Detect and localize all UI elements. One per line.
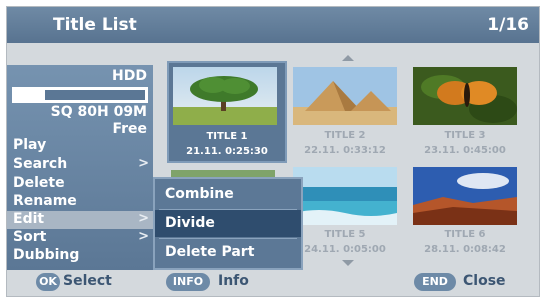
- title-3-info: 23.11. 0:45:00: [405, 145, 525, 156]
- menu-item-label: Dubbing: [13, 247, 80, 263]
- title-5-label: TITLE 5: [324, 229, 366, 240]
- title-2-date: 22.11.: [304, 145, 340, 156]
- title-2-label: TITLE 2: [324, 130, 366, 141]
- info-label: Info: [218, 273, 249, 289]
- submenu-item-label: Delete Part: [165, 244, 255, 260]
- disk-free-text: Free: [112, 121, 147, 137]
- info-key-icon: INFO: [166, 273, 210, 291]
- title-6-label: TITLE 6: [444, 229, 486, 240]
- title-2-duration: 0:33:12: [343, 145, 386, 156]
- edit-submenu: Combine Divide Delete Part: [153, 177, 303, 270]
- submenu-item-combine[interactable]: Combine: [155, 181, 301, 208]
- menu-item-label: Edit: [13, 211, 45, 227]
- title-1-info: 21.11. 0:25:30: [167, 146, 287, 157]
- ok-label: Select: [63, 273, 112, 289]
- disk-size-text: SQ 80H 09M: [50, 104, 147, 120]
- title-3-duration: 0:45:00: [463, 145, 506, 156]
- submenu-item-delete-part[interactable]: Delete Part: [155, 239, 301, 266]
- title-5-date: 24.11.: [304, 244, 340, 255]
- title-1-date: 21.11.: [186, 146, 222, 157]
- menu-item-search[interactable]: Search >: [7, 156, 153, 174]
- end-key-icon: END: [414, 273, 456, 291]
- close-label: Close: [463, 273, 506, 289]
- ok-key-icon: OK: [36, 273, 60, 291]
- footer-bar: OK Select INFO Info END Close: [7, 270, 539, 296]
- menu-item-delete[interactable]: Delete: [7, 175, 153, 193]
- page-title: Title List: [53, 15, 137, 35]
- tree-icon: [173, 67, 277, 125]
- menu-item-label: Play: [13, 137, 47, 153]
- title-2-info: 22.11. 0:33:12: [285, 145, 405, 156]
- title-3-date: 23.11.: [424, 145, 460, 156]
- title-1-label: TITLE 1: [206, 131, 248, 142]
- chevron-right-icon: >: [138, 156, 149, 171]
- chevron-right-icon: >: [138, 229, 149, 244]
- disk-usage-bar-empty: [44, 90, 145, 100]
- sidebar-menu: HDD SQ 80H 09M Free Play Search > Delete…: [7, 65, 153, 270]
- butterfly-icon[interactable]: [413, 67, 517, 125]
- title-list-screen: Title List 1/16 HDD SQ 80H 09M Free Play…: [6, 6, 540, 297]
- landscape-icon[interactable]: [413, 167, 517, 225]
- disk-label: HDD: [112, 68, 147, 84]
- menu-item-label: Search: [13, 156, 68, 172]
- menu-item-sort[interactable]: Sort >: [7, 229, 153, 247]
- menu-item-label: Rename: [13, 193, 77, 209]
- header-bar: Title List 1/16: [7, 7, 539, 43]
- disk-usage-bar: [12, 87, 148, 103]
- submenu-item-divide[interactable]: Divide: [155, 210, 301, 237]
- title-tile-1[interactable]: TITLE 1 21.11. 0:25:30: [167, 61, 287, 163]
- title-6-duration: 0:08:42: [463, 244, 506, 255]
- submenu-item-label: Divide: [165, 215, 215, 231]
- menu-item-label: Delete: [13, 175, 65, 191]
- scroll-down-arrow-icon[interactable]: [342, 260, 354, 266]
- menu-item-dubbing[interactable]: Dubbing: [7, 247, 153, 265]
- scroll-up-arrow-icon[interactable]: [342, 55, 354, 61]
- page-counter: 1/16: [487, 15, 529, 35]
- title-6-info: 28.11. 0:08:42: [405, 244, 525, 255]
- submenu-item-label: Combine: [165, 186, 234, 202]
- menu-item-rename[interactable]: Rename: [7, 193, 153, 211]
- title-6-date: 28.11.: [424, 244, 460, 255]
- menu-item-play[interactable]: Play: [7, 137, 153, 155]
- title-5-duration: 0:05:00: [343, 244, 386, 255]
- title-5-info: 24.11. 0:05:00: [285, 244, 405, 255]
- menu-item-label: Sort: [13, 229, 47, 245]
- pyramid-icon[interactable]: [293, 67, 397, 125]
- title-3-label: TITLE 3: [444, 130, 486, 141]
- sea-icon[interactable]: [293, 167, 397, 225]
- menu-item-edit[interactable]: Edit >: [7, 211, 153, 229]
- chevron-right-icon: >: [138, 211, 149, 226]
- title-1-duration: 0:25:30: [225, 146, 268, 157]
